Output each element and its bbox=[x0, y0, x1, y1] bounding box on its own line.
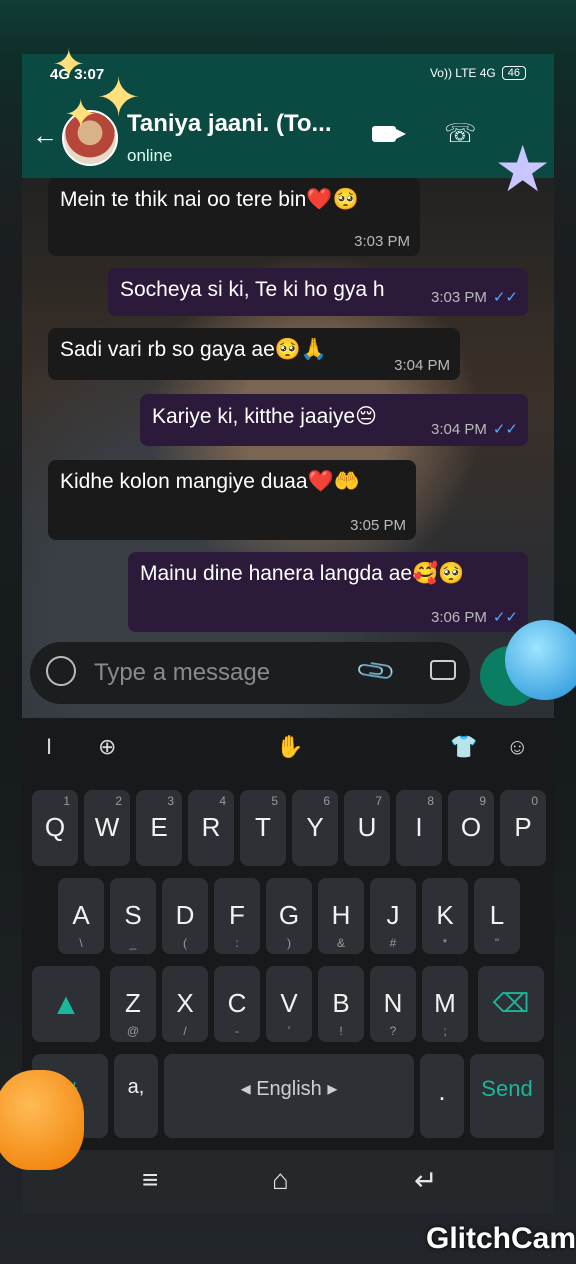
message-text: Sadi vari rb so gaya ae🥺🙏 bbox=[60, 338, 328, 361]
key-g[interactable]: G) bbox=[266, 878, 312, 954]
key-j[interactable]: J # bbox=[370, 878, 416, 954]
cursor-icon[interactable]: I bbox=[46, 734, 52, 760]
space-label: English bbox=[256, 1078, 322, 1100]
message-outgoing[interactable]: Socheya si ki, Te ki ho gya h 3:03 PM ✓✓ bbox=[108, 268, 528, 316]
sparkle-icon: ✦ bbox=[96, 68, 142, 128]
key-y[interactable]: Y6 bbox=[292, 790, 338, 866]
key-t[interactable]: T5 bbox=[240, 790, 286, 866]
arrow-back-icon[interactable]: ← bbox=[32, 120, 58, 151]
keyboard-toolbar: I ⊕ ✋ 👕 ☺ bbox=[22, 718, 554, 776]
read-ticks-icon: ✓✓ bbox=[492, 609, 518, 626]
phone-screen: 4G 3:07 Vo)) LTE 4G 46 ← Taniya jaani. (… bbox=[22, 54, 554, 1214]
message-text: Mein te thik nai oo tere bin❤️🥺 bbox=[60, 188, 359, 211]
send-key[interactable]: Send bbox=[470, 1054, 544, 1138]
screen-frame: 4G 3:07 Vo)) LTE 4G 46 ← Taniya jaani. (… bbox=[0, 0, 576, 1264]
key-o[interactable]: O9 bbox=[448, 790, 494, 866]
key-q[interactable]: Q1 bbox=[32, 790, 78, 866]
watermark: GlitchCam bbox=[426, 1222, 576, 1255]
attach-icon[interactable]: 📎 bbox=[354, 649, 399, 694]
message-input[interactable] bbox=[92, 654, 346, 692]
shift-key[interactable]: ▲ bbox=[32, 966, 100, 1042]
network-indicator: Vo)) LTE 4G bbox=[429, 66, 496, 80]
message-time: 3:05 PM bbox=[350, 517, 406, 534]
status-right: Vo)) LTE 4G 46 bbox=[430, 66, 526, 80]
key-d[interactable]: D( bbox=[162, 878, 208, 954]
key-a[interactable]: A \ bbox=[58, 878, 104, 954]
key-w[interactable]: W2 bbox=[84, 790, 130, 866]
space-key[interactable]: ◂ English ▸ bbox=[164, 1054, 414, 1138]
navigation-bar: ≡ ⌂ ↵ bbox=[22, 1150, 554, 1214]
message-text: Mainu dine hanera langda ae🥰🥺 bbox=[140, 562, 465, 585]
menu-icon[interactable]: ≡ bbox=[142, 1164, 158, 1196]
key-v[interactable]: V ' bbox=[266, 966, 312, 1042]
key-e[interactable]: E3 bbox=[136, 790, 182, 866]
message-time: 3:04 PM bbox=[430, 421, 487, 438]
sparkle-icon: ✦ bbox=[52, 43, 86, 87]
message-time-wrap: 3:03 PM ✓✓ bbox=[431, 288, 518, 306]
message-time: 3:04 PM bbox=[394, 357, 450, 374]
theme-icon[interactable]: 👕 bbox=[450, 734, 477, 760]
camera-icon[interactable] bbox=[430, 660, 456, 680]
key-k[interactable]: K * bbox=[422, 878, 468, 954]
message-composer: 📎 bbox=[30, 642, 470, 704]
orange-heart-icon bbox=[0, 1070, 84, 1170]
key-l[interactable]: L " bbox=[474, 878, 520, 954]
message-outgoing[interactable]: Kariye ki, kitthe jaaiye😔 3:04 PM ✓✓ bbox=[140, 394, 528, 446]
period-key[interactable]: . bbox=[420, 1054, 464, 1138]
home-icon[interactable]: ⌂ bbox=[272, 1164, 289, 1196]
key-n[interactable]: N? bbox=[370, 966, 416, 1042]
video-call-icon[interactable] bbox=[372, 126, 406, 142]
key-x[interactable]: X / bbox=[162, 966, 208, 1042]
message-outgoing[interactable]: Mainu dine hanera langda ae🥰🥺 3:06 PM ✓✓ bbox=[128, 552, 528, 632]
message-time: 3:03 PM bbox=[430, 289, 487, 306]
message-time-wrap: 3:04 PM ✓✓ bbox=[431, 420, 518, 438]
emoji-icon[interactable] bbox=[46, 656, 76, 686]
key-i[interactable]: I8 bbox=[396, 790, 442, 866]
battery-icon: 46 bbox=[501, 66, 526, 80]
message-incoming[interactable]: Mein te thik nai oo tere bin❤️🥺 3:03 PM bbox=[48, 178, 420, 256]
message-text: Kidhe kolon mangiye duaa❤️🤲 bbox=[60, 470, 360, 493]
key-r[interactable]: R4 bbox=[188, 790, 234, 866]
read-ticks-icon: ✓✓ bbox=[492, 421, 518, 438]
read-ticks-icon: ✓✓ bbox=[492, 289, 518, 306]
contact-name[interactable]: Taniya jaani. (To... bbox=[127, 110, 331, 138]
message-text: Socheya si ki, Te ki ho gya h bbox=[120, 278, 385, 301]
lang-key[interactable]: a, bbox=[114, 1054, 158, 1138]
gesture-icon[interactable]: ✋ bbox=[276, 734, 303, 760]
message-incoming[interactable]: Kidhe kolon mangiye duaa❤️🤲 3:05 PM bbox=[48, 460, 416, 540]
message-text: Kariye ki, kitthe jaaiye😔 bbox=[152, 405, 377, 428]
key-b[interactable]: B! bbox=[318, 966, 364, 1042]
backspace-key[interactable]: ⌫ bbox=[478, 966, 544, 1042]
message-incoming[interactable]: Sadi vari rb so gaya ae🥺🙏 3:04 PM bbox=[48, 328, 460, 380]
key-h[interactable]: H & bbox=[318, 878, 364, 954]
sparkle-icon: ✦ bbox=[64, 93, 98, 137]
key-z[interactable]: Z @ bbox=[110, 966, 156, 1042]
chat-area: Mein te thik nai oo tere bin❤️🥺 3:03 PM … bbox=[22, 178, 554, 718]
key-f[interactable]: F: bbox=[214, 878, 260, 954]
key-m[interactable]: M; bbox=[422, 966, 468, 1042]
phone-icon[interactable]: ☏ bbox=[444, 118, 477, 149]
message-time-wrap: 3:06 PM ✓✓ bbox=[431, 608, 518, 626]
blue-heart-icon bbox=[505, 620, 576, 700]
key-s[interactable]: S _ bbox=[110, 878, 156, 954]
key-c[interactable]: C- bbox=[214, 966, 260, 1042]
emoji-icon[interactable]: ☺ bbox=[506, 734, 528, 760]
key-u[interactable]: U7 bbox=[344, 790, 390, 866]
contact-status: online bbox=[127, 146, 173, 165]
star-icon: ★ bbox=[494, 133, 552, 205]
keyboard: I ⊕ ✋ 👕 ☺ Q1W2E3R4T5Y6U7I8O9P0 A \ S _ D(F: G… bbox=[22, 718, 554, 1150]
key-p[interactable]: P0 bbox=[500, 790, 546, 866]
message-time: 3:03 PM bbox=[354, 233, 410, 250]
globe-icon[interactable]: ⊕ bbox=[98, 734, 116, 760]
message-time: 3:06 PM bbox=[430, 609, 487, 626]
back-nav-icon[interactable]: ↵ bbox=[414, 1164, 437, 1197]
